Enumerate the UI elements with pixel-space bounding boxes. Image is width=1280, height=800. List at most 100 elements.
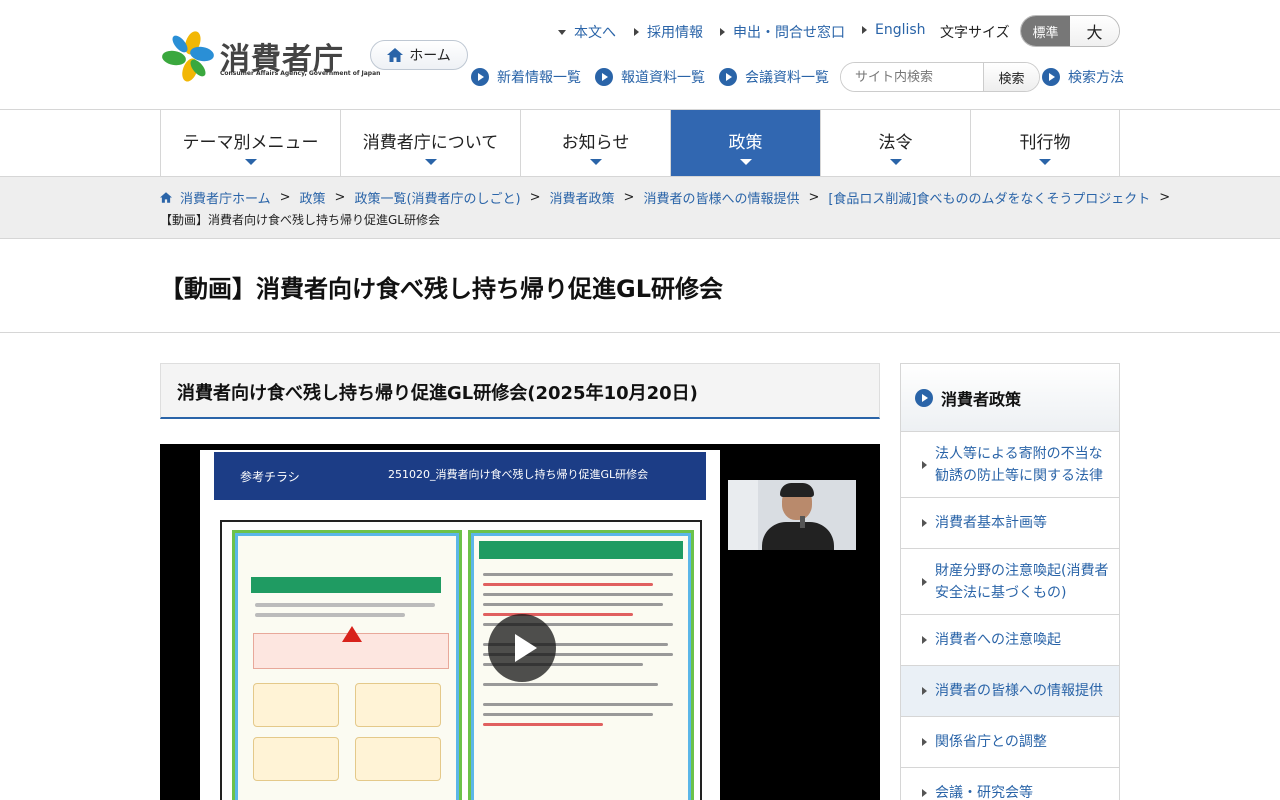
caret-right-icon [922,789,927,797]
sidebar-title: 消費者政策 [941,389,1022,409]
play-icon[interactable] [488,614,556,682]
logo-subtitle: Consumer Affairs Agency, Government of J… [220,70,381,77]
recruit-label: 採用情報 [647,25,703,41]
chevron-down-icon [1039,159,1051,165]
breadcrumb-current: 【動画】消費者向け食べ残し持ち帰り促進GL研修会 [160,213,440,227]
sidebar-item-label: 消費者への注意喚起 [935,632,1061,648]
slide-title-bar: 参考チラシ 251020_消費者向け食べ残し持ち帰り促進GL研修会 [214,452,706,500]
font-size-toggle: 標準 大 [1020,15,1120,47]
breadcrumb-separator: > [623,190,635,205]
breadcrumb-separator: > [1159,190,1171,205]
chevron-down-icon [589,159,602,165]
skip-to-content-link[interactable]: 本文へ [558,22,616,42]
speaker-camera [728,480,856,550]
sidebar-item-meetings[interactable]: 会議・研究会等 [901,768,1119,800]
search-button[interactable]: 検索 [983,63,1039,91]
sidebar-item-label: 会議・研究会等 [935,785,1033,800]
breadcrumb-link[interactable]: 消費者庁ホーム [180,188,271,207]
flyer-heading-bar [479,541,683,559]
chevron-down-icon [739,159,752,165]
sidebar-item-consumer-alerts[interactable]: 消費者への注意喚起 [901,615,1119,666]
circle-arrow-icon [1042,68,1060,86]
meetings-list-label: 会議資料一覧 [745,70,829,86]
caret-right-icon [862,26,867,34]
breadcrumb-link[interactable]: 消費者の皆様への情報提供 [643,188,799,207]
sidebar-item-label: 法人等による寄附の不当な勧誘の防止等に関する法律 [935,445,1103,484]
gnav-item-policy[interactable]: 政策 [671,110,821,176]
press-list-link[interactable]: 報道資料一覧 [595,67,705,87]
house-icon [387,48,404,62]
breadcrumb-link[interactable]: [食品ロス削減]食べもののムダをなくそうプロジェクト [828,188,1150,207]
chevron-down-icon [889,159,902,165]
breadcrumb-link[interactable]: 消費者政策 [550,188,615,207]
global-nav: テーマ別メニュー 消費者庁について お知らせ 政策 法令 刊行物 [160,110,1120,176]
page-title-area: 【動画】消費者向け食べ残し持ち帰り促進GL研修会 [0,239,1280,333]
page-title: 【動画】消費者向け食べ残し持ち帰り促進GL研修会 [160,275,723,303]
logo-mark-icon [162,31,214,82]
search-input[interactable] [841,63,983,91]
press-list-label: 報道資料一覧 [621,70,705,86]
microphone-icon [800,516,805,528]
flyer-heading-bar [251,577,441,593]
sidebar-item-ministry-coordination[interactable]: 関係省庁との調整 [901,717,1119,768]
site-logo[interactable]: 消費者庁 Consumer Affairs Agency, Government… [160,30,380,82]
sidebar-item-basic-plan[interactable]: 消費者基本計画等 [901,498,1119,549]
search-help-link[interactable]: 検索方法 [1042,67,1124,87]
gnav-item-news[interactable]: お知らせ [521,110,671,176]
circle-arrow-icon [915,388,933,407]
flyer-panel-left [232,530,462,800]
chevron-down-icon [424,159,437,165]
sidebar-item-consumer-info[interactable]: 消費者の皆様への情報提供 [901,666,1119,717]
english-link[interactable]: English [862,22,926,38]
breadcrumb-separator: > [279,190,291,205]
caret-right-icon [922,636,927,644]
slide-title: 251020_消費者向け食べ残し持ち帰り促進GL研修会 [388,468,649,481]
gnav-item-about[interactable]: 消費者庁について [341,110,521,176]
flyer-frame [220,520,702,800]
caret-right-icon [922,460,927,469]
sidebar-item-label: 消費者の皆様への情報提供 [935,683,1103,699]
flyer-warning-box [253,626,449,669]
flyer-tip-box [253,737,339,781]
recruit-link[interactable]: 採用情報 [634,22,703,42]
caret-right-icon [922,687,927,695]
section-heading: 消費者向け食べ残し持ち帰り促進GL研修会(2025年10月20日) [160,363,880,419]
sidebar: 消費者政策 法人等による寄附の不当な勧誘の防止等に関する法律 消費者基本計画等 … [900,363,1120,800]
english-label: English [875,22,926,38]
circle-arrow-icon [471,68,489,86]
circle-arrow-icon [595,68,613,86]
caret-right-icon [634,28,639,36]
breadcrumb-link[interactable]: 政策 [300,188,326,207]
sidebar-item-donation-law[interactable]: 法人等による寄附の不当な勧誘の防止等に関する法律 [901,432,1119,498]
flyer-tip-box [355,737,441,781]
gnav-item-publications[interactable]: 刊行物 [971,110,1120,176]
section-heading-text: 消費者向け食べ残し持ち帰り促進GL研修会(2025年10月20日) [177,383,698,404]
video-thumbnail: 参考チラシ 251020_消費者向け食べ残し持ち帰り促進GL研修会 [200,450,720,800]
video-player[interactable]: 参考チラシ 251020_消費者向け食べ残し持ち帰り促進GL研修会 [160,444,880,800]
slide-label: 参考チラシ [240,470,300,484]
sidebar-item-property-alerts[interactable]: 財産分野の注意喚起(消費者安全法に基づくもの) [901,549,1119,615]
house-icon [160,192,172,203]
contact-link[interactable]: 申出・問合せ窓口 [720,22,845,42]
meetings-list-link[interactable]: 会議資料一覧 [719,67,829,87]
breadcrumb-separator: > [334,190,346,205]
chevron-down-icon [244,159,257,165]
news-list-label: 新着情報一覧 [497,70,581,86]
font-size-large-button[interactable]: 大 [1070,16,1119,46]
breadcrumb-separator: > [808,190,820,205]
caret-right-icon [922,519,927,527]
home-button[interactable]: ホーム [370,40,468,70]
gnav-item-laws[interactable]: 法令 [821,110,971,176]
breadcrumb-separator: > [529,190,541,205]
flyer-tip-box [253,683,339,727]
sidebar-heading: 消費者政策 [901,364,1119,432]
font-size-standard-button[interactable]: 標準 [1021,16,1070,46]
circle-arrow-icon [719,68,737,86]
news-list-link[interactable]: 新着情報一覧 [471,67,581,87]
font-size-label: 文字サイズ [940,25,1010,41]
gnav-item-theme-menu[interactable]: テーマ別メニュー [161,110,341,176]
gnav-item-label: テーマ別メニュー [182,133,319,153]
sidebar-item-label: 財産分野の注意喚起(消費者安全法に基づくもの) [935,562,1109,601]
breadcrumb-link[interactable]: 政策一覧(消費者庁のしごと) [354,188,520,207]
search-help-label: 検索方法 [1068,70,1124,86]
